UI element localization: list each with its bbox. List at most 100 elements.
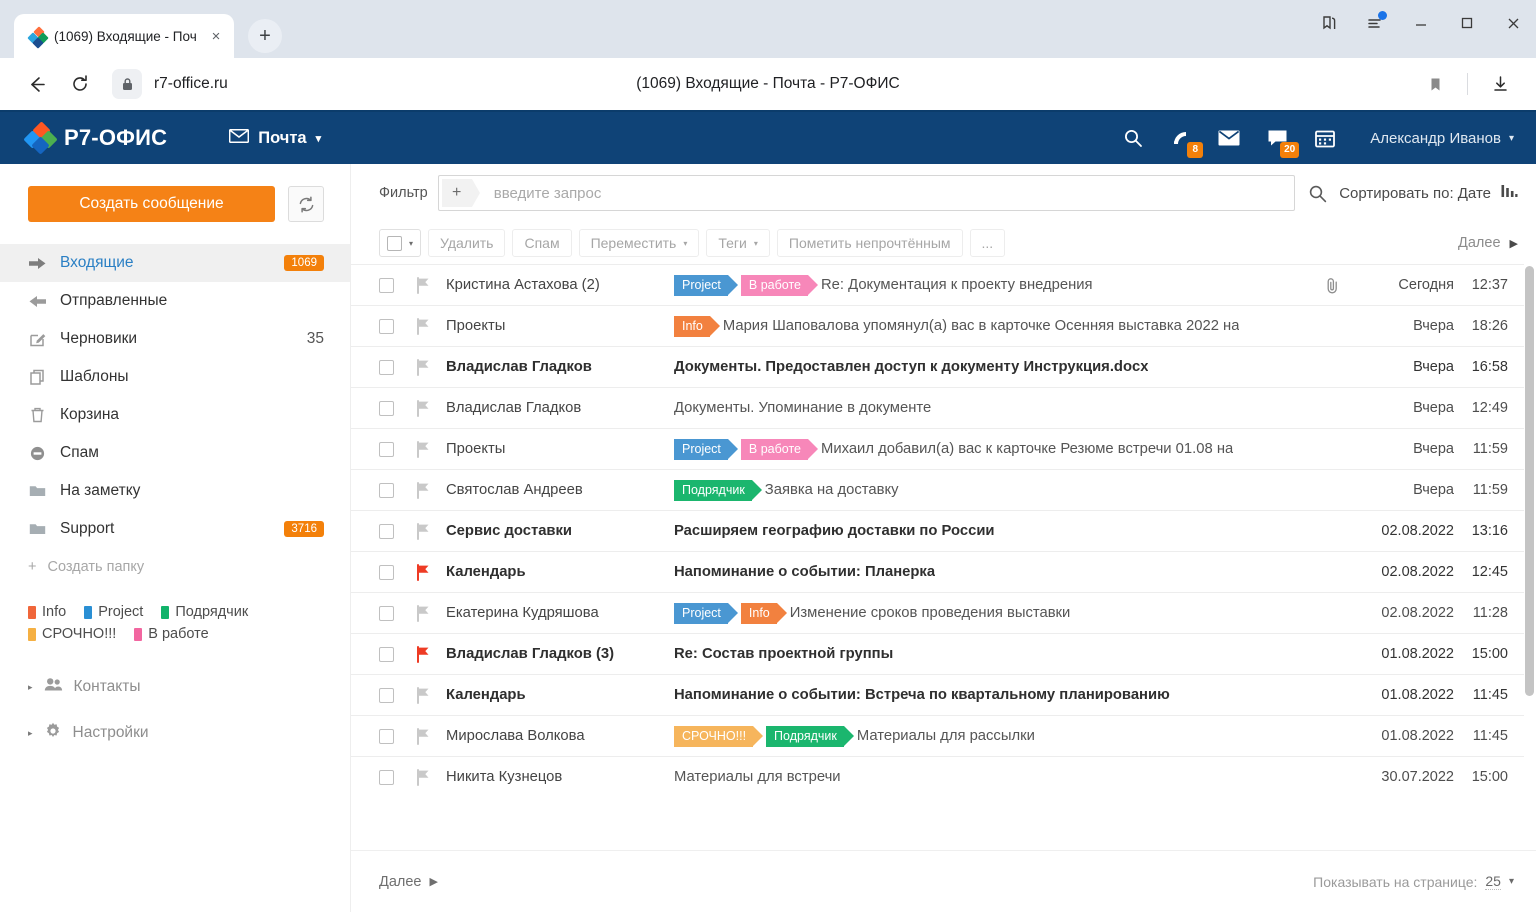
module-switcher[interactable]: Почта ▾ [229,128,321,148]
sidebar-item-trash[interactable]: Корзина [0,396,350,434]
feed-icon[interactable]: 8 [1168,125,1204,158]
browser-tab[interactable]: (1069) Входящие - Поч × [14,14,234,58]
collections-icon[interactable] [1306,0,1352,46]
close-button[interactable] [1490,0,1536,46]
message-tag-chip[interactable]: В работе [740,274,818,296]
maximize-button[interactable] [1444,0,1490,46]
sidebar-item-settings[interactable]: ▸ Настройки [0,710,350,756]
per-page-value[interactable]: 25 [1485,873,1501,890]
message-row[interactable]: Сервис доставки Расширяем географию доста… [351,510,1524,551]
sort-control[interactable]: Сортировать по: Дате [1339,184,1518,202]
message-row[interactable]: Календарь Напоминание о событии: Встреча … [351,674,1524,715]
message-flag-icon[interactable] [408,645,438,663]
tag-srochno[interactable]: СРОЧНО!!! [28,626,116,642]
sidebar-item-contacts[interactable]: ▸ Контакты [0,664,350,710]
lock-icon[interactable] [112,69,142,99]
message-tag-chip[interactable]: Info [740,602,787,624]
message-tag-chip[interactable]: Project [674,438,738,460]
select-all-checkbox[interactable] [387,235,402,251]
message-flag-icon[interactable] [408,440,438,458]
create-folder-button[interactable]: + Создать папку [0,548,350,586]
sidebar-item-sent[interactable]: Отправленные [0,282,350,320]
message-flag-icon[interactable] [408,768,438,786]
spam-button[interactable]: Спам [512,229,572,257]
user-menu[interactable]: Александр Иванов ▾ [1370,130,1514,147]
url-text[interactable]: r7-office.ru [154,75,228,93]
reload-button[interactable] [58,62,102,106]
message-tag-chip[interactable]: Info [674,315,720,337]
message-checkbox[interactable] [379,277,394,293]
message-flag-icon[interactable] [408,358,438,376]
message-flag-icon[interactable] [408,317,438,335]
message-flag-icon[interactable] [408,399,438,417]
minimize-button[interactable] [1398,0,1444,46]
tag-podryadchik[interactable]: Подрядчик [161,604,248,620]
search-icon[interactable] [1120,125,1146,151]
message-row[interactable]: Екатерина Кудряшова Project Info Изменение … [351,592,1524,633]
message-checkbox[interactable] [379,769,394,785]
sidebar-item-templates[interactable]: Шаблоны [0,358,350,396]
message-checkbox[interactable] [379,482,394,498]
tag-info[interactable]: Info [28,604,66,620]
message-flag-icon[interactable] [408,481,438,499]
message-flag-icon[interactable] [408,604,438,622]
message-row[interactable]: Владислав Гладков (3) Re: Состав проектно… [351,633,1524,674]
sidebar-item-inbox[interactable]: Входящие 1069 [0,244,350,282]
tag-project[interactable]: Project [84,604,143,620]
tags-button[interactable]: Теги ▾ [706,229,770,257]
back-button[interactable] [14,62,58,106]
sidebar-item-na-zametku[interactable]: На заметку [0,472,350,510]
list-scrollbar[interactable] [1525,266,1534,848]
message-row[interactable]: Владислав Гладков Документы. Упоминание в… [351,387,1524,428]
message-row[interactable]: Святослав Андреев Подрядчик Заявка на дост… [351,469,1524,510]
message-row[interactable]: Владислав Гладков Документы. Предоставлен… [351,346,1524,387]
message-row[interactable]: Проекты Project В работе Михаил добавил(а) … [351,428,1524,469]
message-row[interactable]: Кристина Астахова (2) Project В работе Re: … [351,264,1524,305]
message-tag-chip[interactable]: Project [674,602,738,624]
more-actions-button[interactable]: ... [969,229,1006,257]
next-page-button[interactable]: Далее ▶ [1458,235,1518,251]
message-flag-icon[interactable] [408,522,438,540]
message-flag-icon[interactable] [408,686,438,704]
select-all-control[interactable]: ▾ [379,229,422,257]
message-checkbox[interactable] [379,400,394,416]
message-tag-chip[interactable]: В работе [740,438,818,460]
browser-settings-icon[interactable] [1352,0,1398,46]
message-tag-chip[interactable]: Подрядчик [766,725,854,747]
message-checkbox[interactable] [379,359,394,375]
brand-logo[interactable]: Р7-ОФИС [23,120,167,155]
message-flag-icon[interactable] [408,563,438,581]
refresh-icon[interactable] [288,186,324,222]
message-checkbox[interactable] [379,564,394,580]
filter-input-container[interactable]: + введите запрос [437,175,1296,211]
message-checkbox[interactable] [379,728,394,744]
mark-unread-button[interactable]: Пометить непрочтённым [776,229,963,257]
new-tab-button[interactable]: + [248,19,282,53]
compose-button[interactable]: Создать сообщение [28,186,275,222]
message-row[interactable]: Проекты Info Мария Шаповалова упомянул(а) … [351,305,1524,346]
delete-button[interactable]: Удалить [428,229,506,257]
move-button[interactable]: Переместить ▾ [578,229,700,257]
message-checkbox[interactable] [379,646,394,662]
tag-v-rabote[interactable]: В работе [134,626,209,642]
search-icon[interactable] [1295,184,1339,203]
scrollbar-thumb[interactable] [1525,266,1534,696]
message-flag-icon[interactable] [408,727,438,745]
download-icon[interactable] [1478,62,1522,106]
bookmark-icon[interactable] [1413,62,1457,106]
per-page-control[interactable]: Показывать на странице: 25 ▾ [1313,873,1514,890]
message-row[interactable]: Календарь Напоминание о событии: Планерка… [351,551,1524,592]
tab-close-icon[interactable]: × [206,26,226,46]
add-filter-button[interactable]: + [441,179,480,207]
calendar-icon[interactable] [1312,125,1338,151]
message-checkbox[interactable] [379,441,394,457]
message-row[interactable]: Мирослава Волкова СРОЧНО!!! Подрядчик Матер… [351,715,1524,756]
message-flag-icon[interactable] [408,276,438,294]
sidebar-item-support[interactable]: Support 3716 [0,510,350,548]
message-checkbox[interactable] [379,523,394,539]
chevron-down-icon[interactable]: ▾ [409,239,420,248]
message-tag-chip[interactable]: СРОЧНО!!! [674,725,764,747]
message-tag-chip[interactable]: Project [674,274,738,296]
chat-icon[interactable]: 20 [1264,125,1300,158]
message-row[interactable]: Никита Кузнецов Материалы для встречи 30.0… [351,756,1524,797]
